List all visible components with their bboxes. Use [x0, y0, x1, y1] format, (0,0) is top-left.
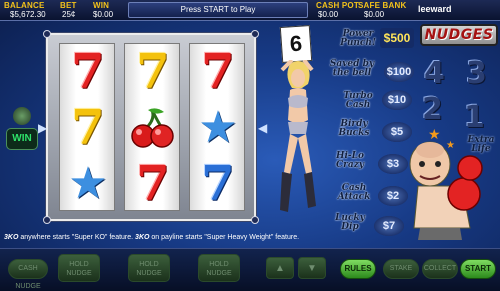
gold-seven-icon: 7: [71, 100, 105, 156]
status-message: Press START to Play: [128, 2, 308, 18]
reel-1[interactable]: 7 7 ★: [59, 43, 115, 211]
cash-nudge-button[interactable]: CASH NUDGE: [8, 259, 48, 290]
cashpot-value: $0.00: [318, 10, 339, 19]
feature-turbo-cash: Turbo Cash: [343, 91, 373, 110]
safebank-value: $0.00: [364, 10, 385, 19]
ladder-number-4: 4: [424, 56, 445, 91]
red-seven-icon: 7: [201, 44, 235, 100]
frame-bolt-icon: [251, 216, 259, 224]
payline-left-arrow-icon: ▶: [38, 121, 48, 135]
balance-value: $5,672.30: [10, 10, 46, 19]
ko-badge-icon: KO: [138, 234, 150, 241]
bet-value: 25¢: [62, 10, 76, 19]
collect-button[interactable]: COLLECT: [422, 259, 458, 279]
prize-100: $100: [384, 62, 414, 82]
sparkle-star-icon: ★: [428, 126, 441, 142]
prize-10: $10: [382, 90, 412, 110]
red-seven-icon: 7: [136, 156, 170, 212]
start-button[interactable]: START: [460, 259, 496, 279]
win-badge: WIN: [6, 128, 38, 150]
bet-label: BET: [60, 1, 77, 10]
round-card: 6: [279, 24, 313, 64]
info-text-2: on payline starts "Super Heavy Weight" f…: [149, 234, 300, 241]
top-bar: BALANCE $5,672.30 BET 25¢ WIN $0.00 Pres…: [0, 0, 500, 21]
info-text-1: anywhere starts "Super KO" feature.: [18, 234, 136, 241]
safebank-label: SAFE BANK: [358, 1, 407, 10]
reel-3[interactable]: 7 ★ 7: [189, 43, 245, 211]
blue-seven-icon: 7: [201, 156, 235, 212]
feature-info-text: 3KO anywhere starts "Super KO" feature. …: [4, 234, 364, 241]
gold-seven-icon: 7: [136, 44, 170, 100]
frame-bolt-icon: [251, 30, 259, 38]
ring-girl-illustration: [280, 60, 316, 212]
star-icon: ★: [68, 159, 108, 208]
frame-bolt-icon: [43, 216, 51, 224]
balance-label: BALANCE: [4, 1, 45, 10]
hold-nudge-button-3[interactable]: HOLD NUDGE: [198, 254, 240, 282]
frame-bolt-icon: [43, 30, 51, 38]
win-light-icon: [13, 107, 31, 125]
stake-button[interactable]: STAKE: [383, 259, 419, 279]
reel-frame: 7 7 ★ 7 7 7 ★ 7: [43, 30, 259, 224]
feature-power-punch: Power Punch!: [340, 29, 376, 48]
ladder-number-2: 2: [422, 92, 443, 127]
reel-2[interactable]: 7 7: [124, 43, 180, 211]
cashpot-label: CASH POT: [316, 1, 359, 10]
hold-nudge-button-2[interactable]: HOLD NUDGE: [128, 254, 170, 282]
username: leeward: [418, 4, 452, 14]
feature-saved-by-the-bell: Saved by the bell: [329, 59, 375, 78]
star-icon: ★: [198, 103, 238, 152]
rules-button[interactable]: RULES: [340, 259, 376, 279]
triangle-down-icon: ▼: [307, 262, 317, 274]
feature-hi-lo-crazy: Hi-Lo Crazy: [335, 151, 365, 170]
feature-birdy-bucks: Birdy Bucks: [338, 119, 370, 138]
feature-lucky-dip: Lucky Dip: [335, 213, 365, 232]
feature-cash-attack: Cash Attack: [337, 183, 371, 202]
triangle-up-icon: ▲: [275, 262, 285, 274]
slot-game: BALANCE $5,672.30 BET 25¢ WIN $0.00 Pres…: [0, 0, 500, 291]
prize-500: $500: [380, 28, 414, 48]
ko-badge-icon: KO: [7, 234, 19, 241]
sparkle-star-icon: ★: [446, 140, 455, 151]
win-value: $0.00: [93, 10, 114, 19]
control-bar: CASH NUDGE HOLD NUDGE HOLD NUDGE HOLD NU…: [0, 248, 500, 291]
cherries-icon: [125, 100, 181, 156]
red-seven-icon: 7: [71, 44, 105, 100]
lower-button[interactable]: ▼: [298, 257, 326, 279]
hold-nudge-button-1[interactable]: HOLD NUDGE: [58, 254, 100, 282]
higher-button[interactable]: ▲: [266, 257, 294, 279]
nudges-logo: NUDGES: [420, 24, 498, 46]
ladder-number-3: 3: [466, 56, 487, 91]
win-label: WIN: [93, 1, 110, 10]
